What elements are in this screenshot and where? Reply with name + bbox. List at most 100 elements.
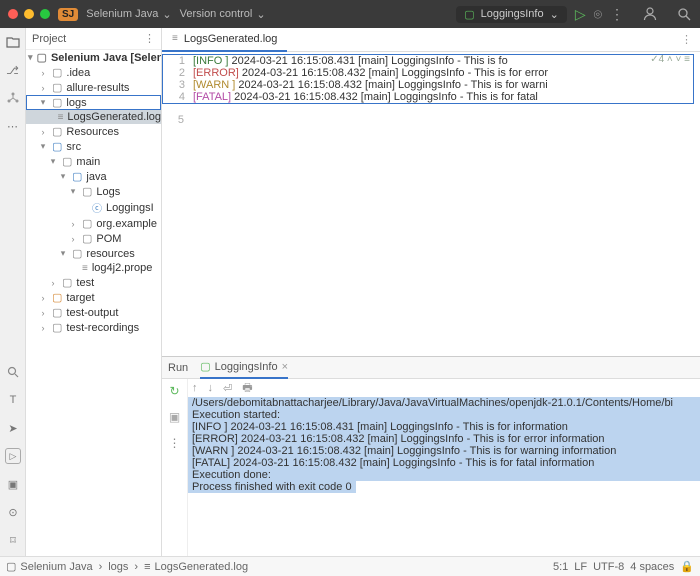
gutter-line-5: 5 (162, 114, 192, 126)
run-tool-icon[interactable]: ▷ (5, 448, 21, 464)
tree-node-logs-pkg[interactable]: ▾▢Logs (26, 184, 161, 199)
tree-node-loggingsinfo[interactable]: ⓒLoggingsI (26, 199, 161, 216)
editor-tabs-menu-icon[interactable]: ⋮ (681, 33, 692, 46)
editor-area: ≡ LogsGenerated.log ⋮ ✓4 ˄ ˅ ≡ 1[INFO ] … (162, 28, 700, 556)
vcs-label: Version control (180, 8, 253, 20)
minimize-icon[interactable] (24, 9, 34, 19)
terminal-tool-icon[interactable]: ⌑ (5, 532, 21, 548)
console-line: Execution started: (188, 409, 700, 421)
debug-button[interactable]: ⌾ (594, 6, 602, 23)
build-tool-icon[interactable]: ▣ (5, 476, 21, 492)
run-config-tab-label: LoggingsInfo (215, 361, 278, 373)
run-config-tab[interactable]: ▢ LoggingsInfo × (200, 357, 288, 379)
console-line: [FATAL] 2024-03-21 16:15:08.432 [main] L… (188, 457, 700, 469)
gutter-line-2: 2 (163, 67, 193, 79)
run-toolstrip: ↻ ▣ ⋮ (162, 379, 188, 556)
tree-node-main[interactable]: ▾▢main (26, 154, 161, 169)
search-icon[interactable] (676, 6, 692, 22)
tree-node-log4j2[interactable]: ≡log4j2.prope (26, 261, 161, 275)
close-tab-icon[interactable]: × (282, 361, 288, 373)
readonly-lock-icon[interactable]: 🔒 (680, 560, 694, 573)
titlebar: SJ Selenium Java ⌄ Version control ⌄ ▢ L… (0, 0, 700, 28)
run-tab[interactable]: Run (168, 362, 188, 374)
tree-node-test-recordings[interactable]: ›▢test-recordings (26, 320, 161, 335)
console-output[interactable]: ↑ ↓ ⏎ 🖶 /Users/debomitabnattacharjee/Lib… (188, 379, 700, 556)
project-panel-title: Project (32, 33, 66, 45)
tree-node-idea[interactable]: ›▢.idea (26, 65, 161, 80)
project-tool-icon[interactable] (5, 34, 21, 50)
more-actions-button[interactable]: ⋮ (610, 6, 624, 23)
close-icon[interactable] (8, 9, 18, 19)
commit-tool-icon[interactable]: ⎇ (5, 62, 21, 78)
tree-node-logs[interactable]: ▾▢logs (26, 95, 161, 110)
structure-tool-icon[interactable] (5, 90, 21, 106)
tree-node-test-output[interactable]: ›▢test-output (26, 305, 161, 320)
run-tab-icon: ▢ (200, 360, 210, 373)
run-config-icon: ▢ (464, 8, 474, 21)
text-tool-icon[interactable]: T (5, 392, 21, 408)
print-icon[interactable]: 🖶 (242, 379, 252, 398)
tree-node-logs-file[interactable]: ≡LogsGenerated.log (26, 110, 161, 124)
more-tools-icon[interactable]: ⋯ (5, 118, 21, 134)
tree-root-label: Selenium Java [Selenium (51, 52, 161, 64)
run-panel: Run ▢ LoggingsInfo × ↻ ▣ ⋮ ↑ ↓ ⏎ (162, 356, 700, 556)
project-badge: SJ (58, 8, 78, 21)
console-line: Execution done: (188, 469, 700, 481)
scroll-down-icon[interactable]: ↓ (208, 382, 214, 394)
editor-content[interactable]: ✓4 ˄ ˅ ≡ 1[INFO ] 2024-03-21 16:15:08.43… (162, 52, 700, 356)
scroll-up-icon[interactable]: ↑ (192, 382, 198, 394)
tree-node-java[interactable]: ▾▢java (26, 169, 161, 184)
window-controls[interactable] (8, 9, 50, 19)
left-bottom-toolstrip: T ➤ ▷ ▣ ⊙ ⌑ (0, 364, 26, 556)
chevron-down-icon: ⌄ (162, 8, 171, 21)
editor-tab-logsgenerated[interactable]: ≡ LogsGenerated.log (162, 28, 287, 52)
project-panel-header: Project ⋮ (26, 28, 161, 50)
problems-tool-icon[interactable]: ⊙ (5, 504, 21, 520)
editor-tab-label: LogsGenerated.log (184, 33, 278, 45)
project-name-label: Selenium Java (86, 8, 158, 20)
console-line: [ERROR] 2024-03-21 16:15:08.432 [main] L… (188, 433, 700, 445)
tree-root[interactable]: ▾▢Selenium Java [Selenium (26, 50, 161, 65)
line-separator[interactable]: LF (574, 561, 587, 573)
gutter-line-1: 1 (163, 55, 193, 67)
run-button[interactable]: ▷ (575, 6, 586, 23)
project-dropdown[interactable]: Selenium Java ⌄ (86, 8, 171, 21)
rerun-button[interactable]: ↻ (167, 383, 183, 399)
project-tree[interactable]: ▾▢Selenium Java [Selenium ›▢.idea ›▢allu… (26, 50, 161, 556)
bookmark-tool-icon[interactable]: ➤ (5, 420, 21, 436)
gutter-line-4: 4 (163, 91, 193, 103)
tree-node-pom[interactable]: ›▢POM (26, 231, 161, 246)
tree-node-resources[interactable]: ›▢Resources (26, 124, 161, 139)
tree-node-test[interactable]: ›▢test (26, 275, 161, 290)
console-line: /Users/debomitabnattacharjee/Library/Jav… (188, 397, 700, 409)
tree-node-org-example[interactable]: ›▢org.example (26, 216, 161, 231)
tree-node-allure[interactable]: ›▢allure-results (26, 80, 161, 95)
project-panel-menu-icon[interactable]: ⋮ (144, 32, 155, 45)
caret-position[interactable]: 5:1 (553, 561, 568, 573)
stop-button[interactable]: ▣ (167, 409, 183, 425)
editor-tabs: ≡ LogsGenerated.log ⋮ (162, 28, 700, 52)
gutter-line-3: 3 (163, 79, 193, 91)
breadcrumb[interactable]: logs (108, 561, 128, 573)
chevron-down-icon: ⌄ (550, 8, 559, 21)
file-icon: ≡ (172, 33, 178, 44)
run-more-icon[interactable]: ⋮ (167, 435, 183, 451)
console-toolbar: ↑ ↓ ⏎ 🖶 (188, 379, 700, 397)
tree-node-target[interactable]: ›▢target (26, 290, 161, 305)
breadcrumb[interactable]: ▢ Selenium Java (6, 560, 93, 573)
file-encoding[interactable]: UTF-8 (593, 561, 624, 573)
project-panel: Project ⋮ ▾▢Selenium Java [Selenium ›▢.i… (26, 28, 162, 556)
run-tabs: Run ▢ LoggingsInfo × (162, 357, 700, 379)
soft-wrap-icon[interactable]: ⏎ (223, 382, 232, 395)
find-tool-icon[interactable] (5, 364, 21, 380)
indent-settings[interactable]: 4 spaces (630, 561, 674, 573)
vcs-dropdown[interactable]: Version control ⌄ (180, 8, 266, 21)
main-area: ⎇ ⋯ Project ⋮ ▾▢Selenium Java [Selenium … (0, 28, 700, 556)
maximize-icon[interactable] (40, 9, 50, 19)
run-config-dropdown[interactable]: ▢ LoggingsInfo ⌄ (456, 6, 567, 23)
breadcrumb[interactable]: ≡ LogsGenerated.log (144, 561, 248, 573)
account-icon[interactable] (642, 6, 658, 22)
tree-node-resources2[interactable]: ▾▢resources (26, 246, 161, 261)
run-config-label: LoggingsInfo (481, 8, 544, 20)
tree-node-src[interactable]: ▾▢src (26, 139, 161, 154)
